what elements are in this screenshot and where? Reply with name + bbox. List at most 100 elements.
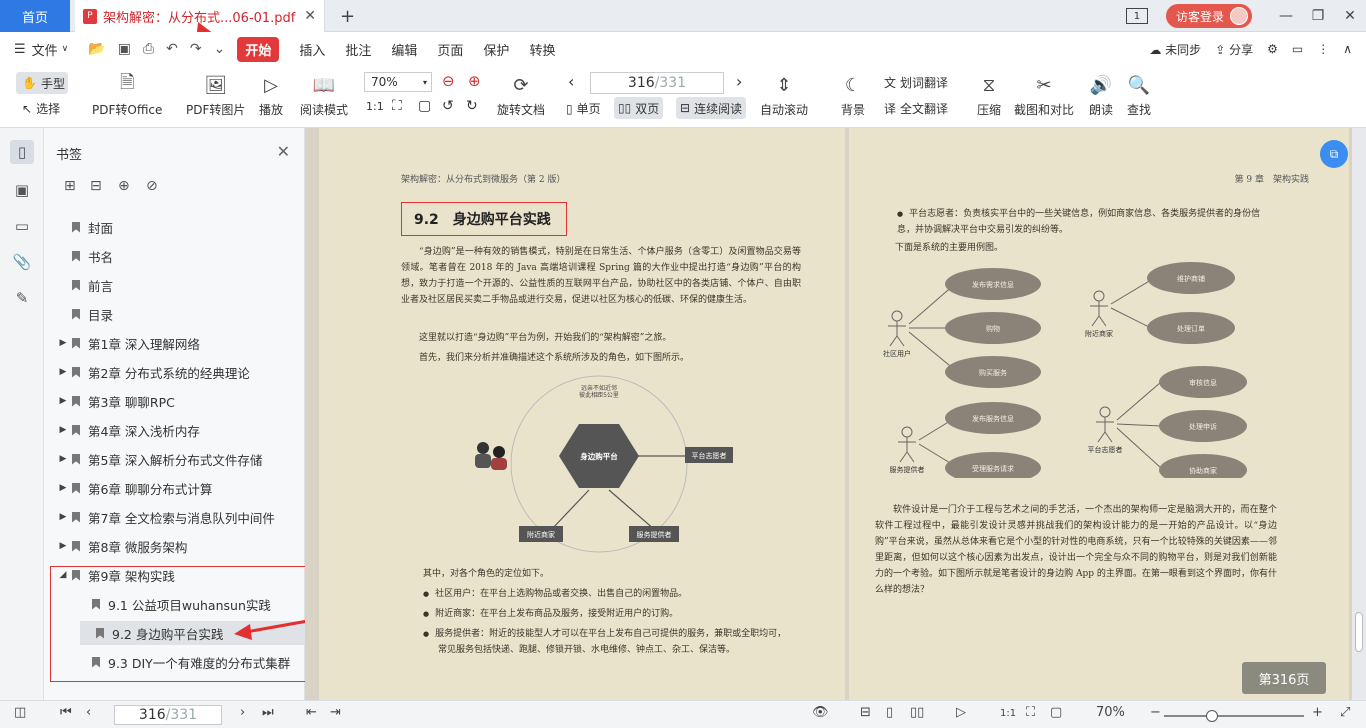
rotate-document-button[interactable]: ⟳ 旋转文档 bbox=[497, 72, 545, 118]
fit-width-status-icon[interactable]: ▢ bbox=[1050, 705, 1062, 720]
tab-annotate[interactable]: 批注 bbox=[345, 40, 371, 59]
undo-icon[interactable]: ↶ bbox=[166, 41, 178, 57]
bookmark-item[interactable]: ▶ 第7章 全文检索与消息队列中间件 bbox=[44, 505, 294, 529]
bookmark-item[interactable]: 封面 bbox=[44, 215, 294, 239]
bookmark-item[interactable]: ▶ 第6章 聊聊分布式计算 bbox=[44, 476, 294, 500]
expand-arrow-icon[interactable]: ▶ bbox=[58, 541, 68, 551]
single-page-button[interactable]: ▯ 单页 bbox=[566, 100, 601, 117]
feedback-icon[interactable]: ▭ bbox=[1292, 42, 1303, 56]
fit-page-icon[interactable]: ⛶ bbox=[392, 98, 402, 114]
double-view-icon[interactable]: ▯▯ bbox=[910, 705, 924, 720]
read-aloud-button[interactable]: 🔊 朗读 bbox=[1088, 72, 1114, 118]
bookmark-panel-icon[interactable]: ▯ bbox=[10, 140, 34, 164]
bookmark-item[interactable]: 前言 bbox=[44, 273, 294, 297]
pdf-to-office-button[interactable]: 🗎 PDF转Office bbox=[92, 72, 162, 118]
rotate-left-icon[interactable]: ↺ bbox=[442, 98, 454, 114]
tab-protect[interactable]: 保护 bbox=[483, 40, 509, 59]
bookmark-item[interactable]: ▶ 第1章 深入理解网络 bbox=[44, 331, 294, 355]
compress-button[interactable]: ⧖ 压缩 bbox=[976, 72, 1002, 118]
close-window-icon[interactable]: ✕ bbox=[1334, 8, 1366, 24]
play-button[interactable]: ▷ 播放 bbox=[258, 72, 284, 118]
tab-edit[interactable]: 编辑 bbox=[391, 40, 417, 59]
thumbnail-icon[interactable]: ▣ bbox=[10, 178, 34, 202]
next-page-icon[interactable]: › bbox=[736, 72, 742, 91]
hand-tool[interactable]: ✋ 手型 bbox=[16, 72, 68, 94]
select-tool[interactable]: ↖ 选择 bbox=[22, 100, 60, 117]
bookmark-item[interactable]: ▶ 第5章 深入解析分布式文件存储 bbox=[44, 447, 294, 471]
pdf-to-image-button[interactable]: 🖼 PDF转图片 bbox=[186, 72, 245, 118]
zoom-level[interactable]: 70% bbox=[1096, 705, 1125, 720]
actual-size-status-icon[interactable]: 1:1 bbox=[1000, 708, 1016, 719]
save-icon[interactable]: ▣ bbox=[118, 41, 131, 57]
scrollbar-thumb[interactable] bbox=[1355, 612, 1363, 652]
prev-page-status-icon[interactable]: ‹ bbox=[86, 705, 91, 720]
floating-tool-icon[interactable]: ⧉ bbox=[1320, 140, 1348, 168]
single-view-icon[interactable]: ▯ bbox=[886, 705, 893, 720]
find-button[interactable]: 🔍 查找 bbox=[1126, 72, 1152, 118]
word-translate-button[interactable]: 文划词翻译 bbox=[884, 74, 948, 91]
forward-icon[interactable]: ⇥ bbox=[330, 705, 341, 720]
auto-scroll-button[interactable]: ⇕ 自动滚动 bbox=[760, 72, 808, 118]
bookmark-item[interactable]: 书名 bbox=[44, 244, 294, 268]
redo-icon[interactable]: ↷ bbox=[190, 41, 202, 57]
document-view[interactable]: 架构解密：从分布式到微服务（第 2 版） 9.2 身边购平台实践 “身边购”是一… bbox=[305, 128, 1352, 700]
restore-icon[interactable]: ❐ bbox=[1302, 8, 1334, 24]
tab-start[interactable]: 开始 bbox=[237, 36, 280, 62]
bookmark-item[interactable]: ▶ 第2章 分布式系统的经典理论 bbox=[44, 360, 294, 384]
full-translate-button[interactable]: 译全文翻译 bbox=[884, 100, 948, 117]
actual-size-icon[interactable]: 1:1 bbox=[366, 100, 384, 113]
settings-icon[interactable]: ⚙ bbox=[1267, 42, 1278, 56]
attachment-icon[interactable]: 📎 bbox=[10, 250, 34, 274]
page-count-icon[interactable]: 1 bbox=[1125, 8, 1148, 24]
expand-all-icon[interactable]: ⊞ bbox=[64, 178, 76, 194]
more-options-icon[interactable]: ⋮ bbox=[1317, 42, 1329, 56]
play-status-icon[interactable]: ▷ bbox=[956, 705, 966, 720]
delete-bookmark-icon[interactable]: ⊘ bbox=[146, 178, 158, 194]
last-page-icon[interactable]: ⏭ bbox=[262, 705, 274, 720]
expand-arrow-icon[interactable]: ▶ bbox=[58, 454, 68, 464]
login-button[interactable]: 访客登录 bbox=[1165, 4, 1252, 28]
continuous-read-button[interactable]: ⊟ 连续阅读 bbox=[676, 97, 747, 119]
bookmark-item[interactable]: ▶ 第3章 聊聊RPC bbox=[44, 389, 294, 413]
screenshot-compare-button[interactable]: ✂ 截图和对比 bbox=[1014, 72, 1074, 118]
back-icon[interactable]: ⇤ bbox=[306, 705, 317, 720]
file-menu[interactable]: ☰ 文件 ∨ bbox=[14, 40, 68, 59]
add-bookmark-icon[interactable]: ⊕ bbox=[118, 178, 130, 194]
new-tab-button[interactable]: + bbox=[340, 6, 355, 27]
tab-insert[interactable]: 插入 bbox=[299, 40, 325, 59]
zoom-slider-knob[interactable] bbox=[1206, 710, 1218, 722]
next-page-status-icon[interactable]: › bbox=[240, 705, 245, 720]
print-icon[interactable]: ⎙ bbox=[143, 41, 154, 57]
expand-arrow-icon[interactable]: ▶ bbox=[58, 483, 68, 493]
expand-arrow-icon[interactable]: ▶ bbox=[58, 396, 68, 406]
collapse-ribbon-icon[interactable]: ∧ bbox=[1343, 42, 1352, 56]
bookmark-item[interactable]: ▶ 第8章 微服务架构 bbox=[44, 534, 294, 558]
open-icon[interactable]: 📂 bbox=[88, 41, 105, 57]
rotate-right-icon[interactable]: ↻ bbox=[466, 98, 478, 114]
tab-home[interactable]: 首页 bbox=[0, 0, 70, 32]
close-panel-icon[interactable]: ✕ bbox=[277, 142, 290, 161]
expand-arrow-icon[interactable]: ▶ bbox=[58, 367, 68, 377]
double-page-button[interactable]: ▯▯ 双页 bbox=[614, 97, 664, 119]
minimize-icon[interactable]: — bbox=[1270, 8, 1302, 24]
tab-convert[interactable]: 转换 bbox=[529, 40, 555, 59]
prev-page-icon[interactable]: ‹ bbox=[568, 72, 574, 91]
first-page-icon[interactable]: ⏮ bbox=[60, 705, 72, 720]
signature-icon[interactable]: ✎ bbox=[10, 286, 34, 310]
read-mode-button[interactable]: 📖 阅读模式 bbox=[300, 72, 348, 118]
zoom-slider[interactable] bbox=[1164, 710, 1304, 722]
zoom-in-icon[interactable]: ⊕ bbox=[468, 72, 481, 90]
eye-protection-icon[interactable]: 👁 bbox=[812, 705, 829, 720]
bookmark-item[interactable]: 目录 bbox=[44, 302, 294, 326]
zoom-out-status-icon[interactable]: − bbox=[1150, 705, 1161, 720]
expand-arrow-icon[interactable]: ▶ bbox=[58, 425, 68, 435]
expand-arrow-icon[interactable]: ▶ bbox=[58, 338, 68, 348]
fit-page-status-icon[interactable]: ⛶ bbox=[1026, 705, 1035, 720]
status-page-input[interactable]: 316/331 bbox=[114, 705, 222, 725]
page-number-input[interactable]: 316/331 bbox=[590, 72, 724, 94]
fit-width-icon[interactable]: ▢ bbox=[418, 98, 431, 114]
zoom-select[interactable]: 70% ▾ bbox=[364, 72, 432, 92]
background-button[interactable]: ☾ 背景 bbox=[840, 72, 866, 118]
vertical-scrollbar[interactable] bbox=[1352, 128, 1366, 700]
zoom-in-status-icon[interactable]: + bbox=[1312, 705, 1323, 720]
